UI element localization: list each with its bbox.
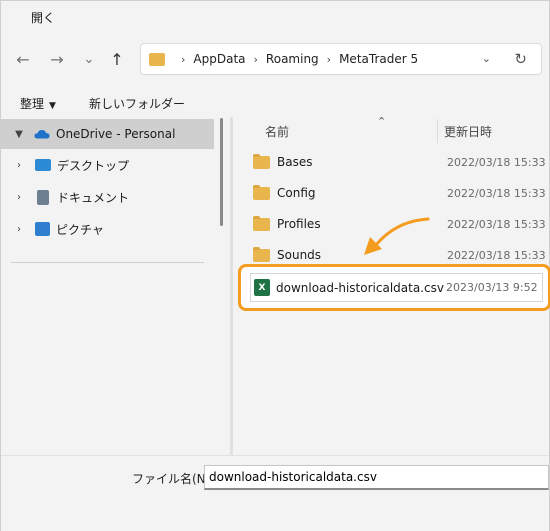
sidebar-item-label: OneDrive - Personal	[56, 127, 176, 141]
sidebar-item-label: ピクチャ	[56, 222, 104, 237]
annotation-arrow-icon	[364, 217, 430, 255]
window-title: 開く	[31, 11, 56, 25]
recent-locations-button[interactable]: ⌄	[75, 47, 103, 71]
forward-arrow-icon: →	[50, 49, 64, 69]
breadcrumb-appdata[interactable]: AppData	[193, 52, 245, 66]
open-file-dialog: 開く ← → ⌄ ↑ › AppData › Roaming › MetaTra…	[0, 0, 550, 531]
column-header-name[interactable]: 名前	[265, 123, 289, 140]
address-bar[interactable]: › AppData › Roaming › MetaTrader 5 ⌄ ↻	[140, 43, 542, 75]
sidebar-item-pictures[interactable]: › ピクチャ	[1, 214, 104, 244]
breadcrumb-separator: ›	[253, 52, 258, 66]
file-date: 2022/03/18 15:33	[447, 155, 546, 169]
breadcrumb-metatrader5[interactable]: MetaTrader 5	[339, 52, 418, 66]
organize-button[interactable]: 整理 ▼	[20, 95, 56, 112]
file-date: 2022/03/18 15:33	[447, 217, 546, 231]
back-arrow-icon: ←	[16, 49, 30, 69]
sort-ascending-icon: ⌃	[377, 115, 387, 128]
sidebar-item-documents[interactable]: › ドキュメント	[1, 182, 129, 212]
file-row-config[interactable]: Config 2022/03/18 15:33	[247, 180, 547, 206]
pictures-icon	[35, 222, 50, 236]
filename-label: ファイル名(N):	[132, 472, 215, 486]
address-dropdown-icon[interactable]: ⌄	[482, 52, 491, 65]
folder-icon	[253, 215, 270, 231]
back-button[interactable]: ←	[9, 47, 37, 71]
folder-icon	[253, 246, 270, 262]
file-row-bases[interactable]: Bases 2022/03/18 15:33	[247, 149, 547, 175]
column-divider[interactable]	[437, 119, 438, 143]
sidebar-item-label: ドキュメント	[57, 190, 130, 205]
breadcrumb-separator: ›	[181, 52, 186, 66]
titlebar: 開く	[1, 1, 549, 31]
sidebar-item-onedrive[interactable]: ▼ OneDrive - Personal	[1, 119, 214, 149]
file-name: Bases	[277, 155, 313, 169]
onedrive-cloud-icon	[34, 129, 50, 139]
folder-icon	[253, 184, 270, 200]
command-bar: 整理 ▼ 新しいフォルダー	[1, 87, 549, 117]
caret-down-icon: ▼	[49, 101, 56, 111]
chevron-right-icon[interactable]: ›	[11, 192, 27, 203]
new-folder-button[interactable]: 新しいフォルダー	[89, 95, 185, 112]
filename-bar: ファイル名(N):	[1, 455, 549, 531]
breadcrumb-separator: ›	[326, 52, 332, 66]
folder-icon	[253, 153, 270, 169]
breadcrumb-roaming[interactable]: Roaming	[266, 52, 319, 66]
sidebar-item-label: デスクトップ	[57, 158, 130, 173]
forward-button[interactable]: →	[43, 47, 71, 71]
sidebar-item-desktop[interactable]: › デスクトップ	[1, 150, 129, 180]
file-date: 2023/03/13 9:52	[446, 281, 538, 294]
documents-icon	[37, 189, 49, 205]
column-header-modified[interactable]: 更新日時	[444, 123, 492, 140]
file-date: 2022/03/18 15:33	[447, 248, 546, 262]
filename-input[interactable]	[204, 465, 549, 490]
file-date: 2022/03/18 15:33	[447, 186, 546, 200]
pane-divider	[11, 262, 204, 263]
file-name: download-historicaldata.csv	[276, 280, 444, 295]
up-arrow-icon: ↑	[110, 49, 124, 69]
desktop-icon	[35, 159, 51, 171]
chevron-right-icon[interactable]: ›	[11, 224, 27, 235]
up-button[interactable]: ↑	[103, 47, 131, 71]
file-row-csv[interactable]: X download-historicaldata.csv 2023/03/13…	[250, 273, 543, 302]
organize-label: 整理	[20, 97, 45, 111]
navigation-pane: ▼ OneDrive - Personal › デスクトップ › ドキュメント …	[1, 117, 215, 455]
folder-icon	[149, 52, 165, 66]
refresh-icon[interactable]: ↻	[514, 50, 527, 68]
chevron-right-icon[interactable]: ›	[11, 160, 27, 171]
chevron-down-icon: ⌄	[83, 51, 95, 67]
navigation-bar: ← → ⌄ ↑ › AppData › Roaming › MetaTrader…	[1, 31, 549, 87]
file-name: Config	[277, 186, 316, 200]
navigation-scrollbar[interactable]	[220, 118, 223, 226]
excel-csv-icon: X	[254, 279, 270, 296]
chevron-down-icon[interactable]: ▼	[11, 129, 27, 140]
